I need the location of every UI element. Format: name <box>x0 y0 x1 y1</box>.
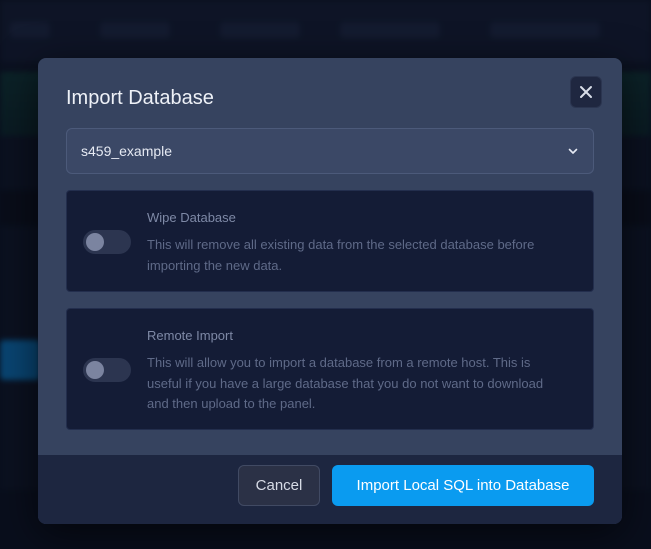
import-button[interactable]: Import Local SQL into Database <box>332 465 594 506</box>
remote-import-title: Remote Import <box>147 328 233 343</box>
import-database-modal: Import Database s459_example Wipe Databa… <box>38 58 622 524</box>
toggle-knob <box>86 233 104 251</box>
toggle-knob <box>86 361 104 379</box>
remote-import-option: Remote Import This will allow you to imp… <box>66 308 594 430</box>
chevron-down-icon <box>568 148 578 154</box>
remote-import-description: This will allow you to import a database… <box>147 355 544 411</box>
database-select-value: s459_example <box>81 143 173 159</box>
wipe-database-option: Wipe Database This will remove all exist… <box>66 190 594 292</box>
remote-import-toggle[interactable] <box>83 358 131 382</box>
modal-title: Import Database <box>66 87 214 109</box>
close-button[interactable] <box>570 76 602 108</box>
wipe-database-description: This will remove all existing data from … <box>147 237 535 273</box>
database-select[interactable]: s459_example <box>66 128 594 174</box>
wipe-database-title: Wipe Database <box>147 210 236 225</box>
wipe-database-toggle[interactable] <box>83 230 131 254</box>
close-icon <box>580 86 592 98</box>
cancel-button[interactable]: Cancel <box>238 465 320 506</box>
modal-footer: Cancel Import Local SQL into Database <box>38 455 622 524</box>
